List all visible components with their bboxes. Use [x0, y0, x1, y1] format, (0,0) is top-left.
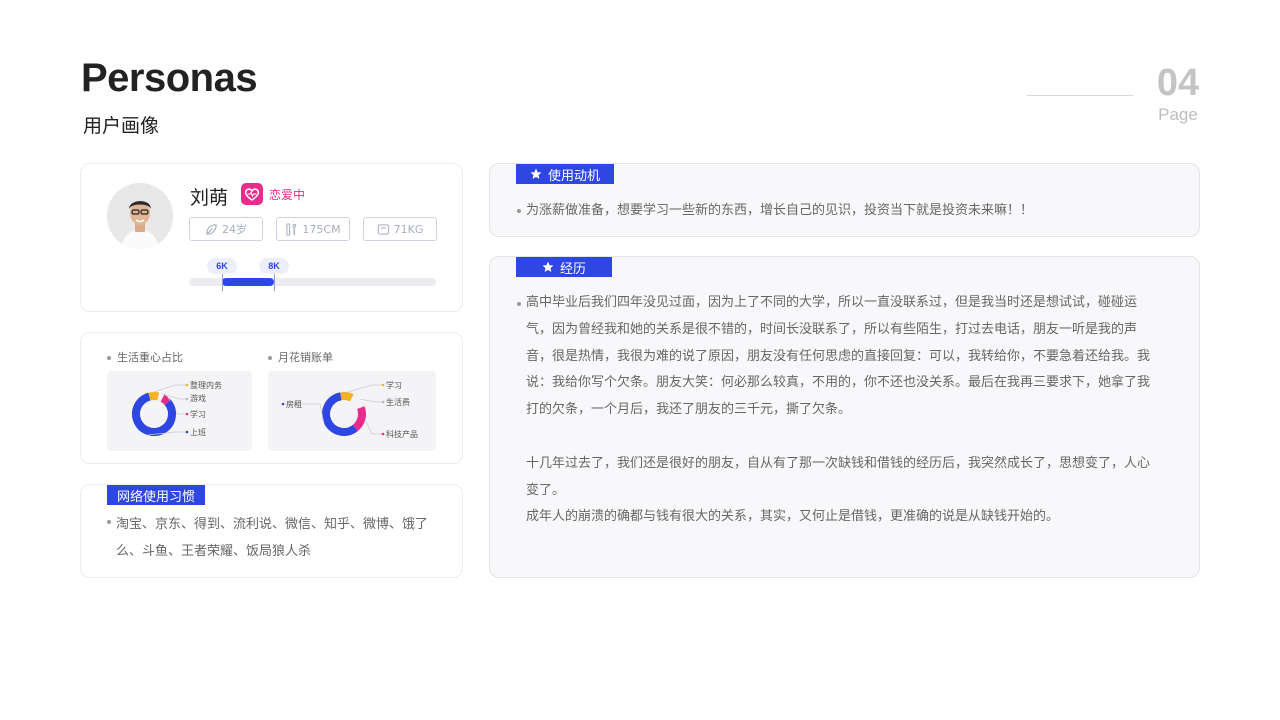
age-tag: 24岁 [189, 217, 263, 241]
leader-line [153, 384, 187, 393]
motivation-title: 使用动机 [547, 168, 600, 184]
leader-dot [185, 430, 189, 434]
leader-dot [185, 383, 189, 387]
network-habits-header: 网络使用习惯 [107, 485, 205, 505]
income-low-label: 6K [207, 258, 237, 274]
income-low-tick [222, 271, 223, 291]
life-focus-chart: 整理内务 游戏 学习 上班 [107, 371, 252, 451]
page-title: Personas [81, 56, 258, 100]
experience-line: 打的欠条，一个月后，我还了朋友的三千元，撕了欠条。 [526, 402, 852, 418]
bullet-dot [517, 302, 521, 306]
donut-slice [148, 392, 160, 401]
slice-label: 游戏 [190, 394, 206, 403]
network-habits-line-2: 么、斗鱼、王者荣耀、饭局狼人杀 [116, 544, 312, 559]
page-number: 04 [1156, 62, 1200, 104]
star-icon [542, 261, 554, 272]
experience-card: 经历 高中毕业后我们四年没见过面，因为上了不同的大学，所以一直没联系过，但是我当… [489, 256, 1200, 578]
slice-label: 房租 [286, 400, 302, 409]
slice-label: 生活费 [386, 398, 410, 407]
donut-slice [340, 392, 354, 402]
leader-line [346, 384, 383, 393]
leader-dot [381, 383, 385, 387]
leader-line [360, 398, 383, 403]
leader-dot [185, 397, 189, 401]
life-focus-label: 生活重心占比 [107, 349, 183, 365]
experience-line [526, 424, 1191, 451]
income-slider-fill [222, 278, 274, 286]
leader-dot [381, 400, 385, 404]
experience-line: 高中毕业后我们四年没见过面，因为上了不同的大学，所以一直没联系过，但是我当时还是… [526, 295, 1138, 310]
height-label: 175CM [302, 222, 341, 236]
slice-label: 整理内务 [190, 381, 222, 390]
experience-line: 十几年过去了，我们还是很好的朋友，自从有了那一次缺钱和借钱的经历后，我突然成长了… [526, 455, 1151, 471]
leader-dot [185, 412, 189, 416]
heart-icon [241, 183, 263, 205]
monthly-bill-title: 月花销账单 [278, 351, 333, 364]
experience-line: 成年人的崩溃的确都与钱有很大的关系，其实，又何止是借钱，更准确的说是从缺钱开始的… [526, 509, 1060, 525]
persona-name: 刘萌 [190, 187, 229, 209]
motivation-text: 为涨薪做准备，想要学习一些新的东西，增长自己的见识，投资当下就是投资未来嘛！！ [526, 203, 1034, 218]
motivation-card: 使用动机 为涨薪做准备，想要学习一些新的东西，增长自己的见识，投资当下就是投资未… [489, 163, 1200, 237]
age-label: 24岁 [222, 223, 247, 236]
page-subtitle: 用户画像 [83, 115, 160, 137]
slice-label: 学习 [190, 410, 206, 419]
experience-line: 音，很是热情，我很为难的说了原因，朋友没有任何思虑的直接回复：可以，我转给你，不… [526, 348, 1151, 364]
avatar [107, 183, 173, 249]
charts-card: 生活重心占比 月花销账单 整理内务 游戏 学习 上班 学习 生活费 科技产品 房… [80, 332, 463, 464]
motivation-header: 使用动机 [516, 164, 614, 184]
relationship-status: 恋爱中 [269, 188, 306, 202]
income-high-tick [274, 271, 275, 291]
profile-card: 刘萌 恋爱中 24岁 175CM 71KG 6K 8K [80, 163, 463, 312]
bullet-dot [107, 520, 111, 524]
donut-slice [352, 406, 366, 432]
life-focus-donut [132, 383, 189, 436]
leader-dot [281, 402, 285, 406]
bullet-dot [517, 209, 521, 213]
life-focus-title: 生活重心占比 [117, 351, 183, 364]
network-habits-line-1: 淘宝、京东、得到、流利说、微信、知乎、微博、饿了 [116, 517, 429, 532]
slice-label: 科技产品 [386, 430, 418, 439]
star-icon [530, 168, 542, 179]
experience-line: 变了。 [526, 482, 566, 498]
height-tag: 175CM [276, 217, 350, 241]
monthly-bill-chart: 学习 生活费 科技产品 房租 [268, 371, 436, 451]
weight-tag: 71KG [363, 217, 437, 241]
scale-icon [377, 223, 389, 235]
bullet-dot [107, 356, 111, 360]
donut-slice [160, 394, 171, 406]
slice-label: 学习 [386, 381, 402, 390]
experience-title: 经历 [559, 261, 586, 277]
donut-slice [349, 394, 365, 410]
bullet-dot [268, 356, 272, 360]
income-slider-track [189, 278, 436, 286]
header-divider [1027, 95, 1133, 96]
experience-line: 气，因为曾经我和她的关系是很不错的，时间长没联系了，所以有些陌生，打过去电话，朋… [526, 321, 1138, 337]
leader-dot [381, 432, 385, 436]
slice-label: 上班 [190, 428, 206, 437]
page-label: Page [1158, 105, 1198, 124]
experience-line: 说：我给你写个欠条。朋友大笑：何必那么较真，不用的，你不还也没关系。最后在我再三… [526, 375, 1151, 391]
leader-line [364, 419, 383, 435]
monthly-bill-label: 月花销账单 [268, 349, 333, 365]
height-icon [286, 222, 297, 236]
avatar-portrait-icon [107, 183, 173, 249]
experience-text: 高中毕业后我们四年没见过面，因为上了不同的大学，所以一直没联系过，但是我当时还是… [526, 290, 1191, 531]
donut-slice [157, 392, 165, 402]
network-habits-card: 网络使用习惯 淘宝、京东、得到、流利说、微信、知乎、微博、饿了 么、斗鱼、王者荣… [80, 484, 463, 578]
leaf-icon [206, 223, 217, 235]
experience-header: 经历 [516, 257, 612, 277]
weight-label: 71KG [393, 222, 424, 236]
income-high-label: 8K [259, 258, 289, 274]
